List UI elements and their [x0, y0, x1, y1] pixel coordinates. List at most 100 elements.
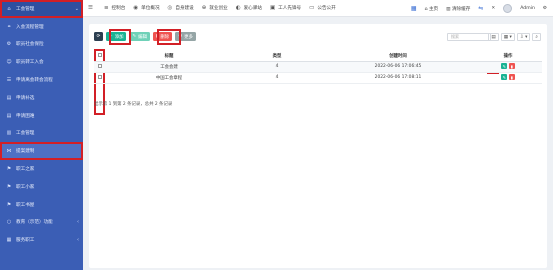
- cell-created: 2022-06-06 17:06:45: [322, 61, 474, 73]
- sidebar-item-join-process[interactable]: ⚭ 入会流程管理: [0, 18, 83, 36]
- menu-icon: ☰: [88, 5, 93, 11]
- target-icon: ◎: [167, 5, 173, 11]
- doc-icon: ▤: [6, 94, 12, 101]
- avatar[interactable]: [503, 4, 513, 13]
- flag-icon: ⚑: [6, 183, 12, 190]
- pagination-summary: 显示第 1 到第 2 条记录，总共 2 条记录: [94, 102, 173, 107]
- cell-operations: ✎ ▮: [474, 61, 542, 73]
- row-checkbox[interactable]: [98, 63, 102, 68]
- doc-icon: ▤: [6, 112, 12, 119]
- top-menu-pioneer[interactable]: ▣ 工人先锋号: [270, 0, 301, 16]
- circle-icon: ○: [6, 219, 12, 226]
- table-row[interactable]: 工会会建 4 2022-06-06 17:06:45 ✎ ▮: [94, 61, 542, 73]
- sidebar-item-label: 职员转工入会: [16, 60, 44, 66]
- top-right-tools: ▦ ⌂ 主页 ▥ 清除缓存 ⇋ ✕ Admin ⚙: [411, 0, 547, 17]
- sidebar-item-proposal[interactable]: ⋈ 提案建制: [0, 142, 83, 161]
- col-operations: 操作: [474, 51, 542, 62]
- home-link[interactable]: ⌂ 主页: [425, 6, 439, 12]
- book-icon: ▥: [6, 130, 12, 137]
- trash-icon: ▮: [510, 74, 513, 80]
- link-icon: ⚭: [6, 23, 12, 30]
- edit-button[interactable]: ✎ 编辑: [129, 32, 150, 41]
- col-created[interactable]: 创建时间: [322, 51, 474, 62]
- chevron-left-icon: ‹: [77, 237, 79, 244]
- search-toggle-icon[interactable]: ⌕: [532, 33, 541, 41]
- settings-icon[interactable]: ⚙: [543, 6, 547, 11]
- top-menu-label: 爱心驿站: [243, 6, 262, 11]
- sidebar-item-education[interactable]: ○ 教育（示范）功能 ‹: [0, 214, 83, 232]
- top-menu-toggle[interactable]: ☰: [88, 0, 96, 16]
- top-menu-label: 工人先锋号: [278, 6, 302, 11]
- clear-cache-link[interactable]: ▥ 清除缓存: [446, 6, 470, 12]
- sidebar-item-transfer-process[interactable]: ☰ 申请离会转会流程: [0, 71, 83, 89]
- row-edit-button[interactable]: ✎: [501, 74, 508, 81]
- home-icon: ⌂: [7, 5, 11, 12]
- top-navbar: ☰ ≡ 控制台 ◉ 单位概况 ◎ 自身建设 ⊕ 就业创业 ◐ 爱心驿站 ▣ 工人…: [83, 0, 553, 17]
- top-menu-unit-overview[interactable]: ◉ 单位概况: [133, 0, 159, 16]
- export-icon[interactable]: ⇩ ▾: [516, 33, 531, 41]
- highlight-add: [109, 29, 131, 45]
- fullscreen-icon[interactable]: ✕: [491, 6, 495, 11]
- row-delete-button[interactable]: ▮: [508, 63, 515, 70]
- clear-cache-label: 清除缓存: [451, 6, 471, 12]
- col-title[interactable]: 标题: [106, 51, 232, 62]
- gear-icon: ⚙: [6, 41, 12, 48]
- sidebar-item-worker-home[interactable]: ⚑ 职工之家: [0, 160, 83, 178]
- sidebar-item-union-admin[interactable]: ▥ 工会管理: [0, 125, 83, 143]
- row-checkbox[interactable]: [98, 74, 102, 79]
- top-menu-love-station[interactable]: ◐ 爱心驿站: [236, 0, 262, 16]
- dashboard-icon: ≡: [103, 5, 109, 11]
- highlight-delete: [157, 29, 181, 45]
- sidebar-item-label: 教育（示范）功能: [16, 220, 53, 226]
- cell-operations: ✎ ▮: [474, 72, 542, 84]
- sidebar-item-social-insurance[interactable]: ⚙ 职员社会保险: [0, 36, 83, 54]
- cell-title: 工会会建: [106, 61, 232, 73]
- user-name[interactable]: Admin: [520, 6, 535, 11]
- top-menu-label: 公告公开: [317, 6, 336, 11]
- select-all-checkbox[interactable]: [98, 52, 102, 57]
- pencil-icon: ✎: [132, 34, 137, 39]
- sidebar-item-apply-hardship[interactable]: ▤ 申请困难: [0, 107, 83, 125]
- table-row[interactable]: 中国工会章程 4 2022-06-06 17:08:11 ✎ ▮: [94, 72, 542, 84]
- sidebar-item-union-management[interactable]: ⌂ 工会管理 ⌄: [0, 0, 83, 18]
- sidebar-item-label: 申请困难: [16, 113, 35, 119]
- row-checkbox-cell: [94, 61, 106, 73]
- employment-icon: ⊕: [201, 5, 207, 11]
- col-type[interactable]: 类型: [232, 51, 322, 62]
- top-menu-label: 自身建设: [175, 6, 194, 11]
- cell-title: 中国工会章程: [106, 72, 232, 84]
- grid-icon: ▦: [6, 237, 12, 244]
- grid-menu-icon[interactable]: ▦: [411, 5, 417, 12]
- flag-icon: ⚑: [6, 201, 12, 208]
- main-panel: ⟳ + 添加 ✎ 编辑 ▮ 删除 ⚙ 更多 搜索 ▤ ▦ ▾ ⇩ ▾ ⌕ 标题 …: [89, 24, 547, 268]
- columns-icon[interactable]: ▦ ▾: [500, 33, 515, 41]
- sidebar-item-service[interactable]: ▦ 服务职工 ‹: [0, 231, 83, 249]
- sidebar-item-label: 申请离会转会流程: [16, 78, 53, 84]
- sidebar-item-label: 职工小家: [16, 184, 35, 190]
- cell-type: 4: [232, 61, 322, 73]
- top-menu-announcement[interactable]: ▭ 公告公开: [309, 0, 336, 16]
- share-icon: ⋈: [6, 148, 12, 155]
- sidebar-item-staff-join[interactable]: ☺ 职员转工入会: [0, 53, 83, 71]
- refresh-button[interactable]: ⟳: [94, 32, 103, 41]
- toggle-view-icon[interactable]: ▤: [488, 33, 499, 41]
- sidebar-item-label: 工会管理: [16, 131, 35, 137]
- sidebar-item-apply-election[interactable]: ▤ 申请补选: [0, 89, 83, 107]
- top-menu-employment[interactable]: ⊕ 就业创业: [202, 0, 228, 16]
- row-edit-button[interactable]: ✎: [501, 63, 508, 70]
- chevron-left-icon: ‹: [77, 219, 79, 226]
- sidebar-item-label: 入会流程管理: [16, 24, 44, 30]
- row-checkbox-cell: [94, 72, 106, 84]
- data-table: 标题 类型 创建时间 操作 工会会建 4 2022-06-06 17:06:45…: [94, 51, 542, 84]
- home-label: 主页: [428, 6, 439, 12]
- announcement-icon: ▭: [309, 5, 315, 11]
- top-menu-dashboard[interactable]: ≡ 控制台: [104, 0, 125, 16]
- cell-type: 4: [232, 72, 322, 84]
- sidebar: ⌂ 工会管理 ⌄ ⚭ 入会流程管理 ⚙ 职员社会保险 ☺ 职员转工入会 ☰ 申请…: [0, 0, 83, 270]
- top-menu-self-building[interactable]: ◎ 自身建设: [168, 0, 194, 16]
- sidebar-item-worker-small-home[interactable]: ⚑ 职工小家: [0, 178, 83, 196]
- row-delete-button[interactable]: ▮: [508, 74, 515, 81]
- translate-icon[interactable]: ⇋: [478, 5, 483, 12]
- sidebar-item-worker-library[interactable]: ⚑ 职工书屋: [0, 196, 83, 214]
- search-input[interactable]: 搜索: [447, 33, 491, 41]
